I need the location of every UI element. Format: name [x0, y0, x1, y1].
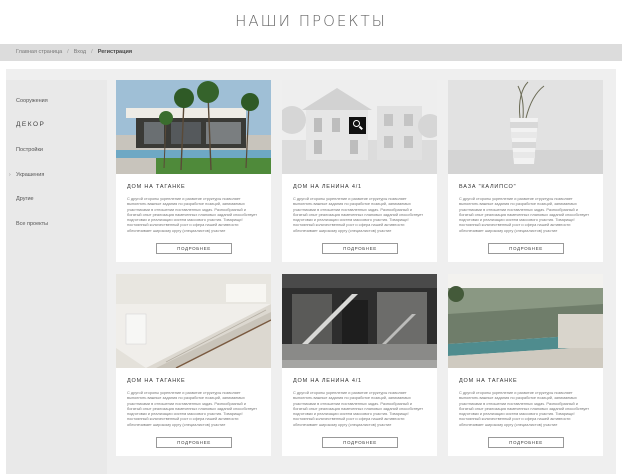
sidebar-item-all-projects[interactable]: Все проекты [16, 221, 48, 227]
project-title[interactable]: ДОМ НА ЛЕНИНА 4/1 [293, 378, 362, 384]
details-button[interactable]: ПОДРОБНЕЕ [488, 243, 564, 254]
sidebar: Сооружения ДЕКОР Постройки › Украшения Д… [6, 80, 107, 474]
project-card[interactable]: ДОМ НА ТАГАНКЕ С другой стороны укреплен… [116, 80, 271, 262]
project-card[interactable]: ВАЗА "КАЛИПСО" С другой стороны укреплен… [448, 80, 603, 262]
project-image[interactable] [448, 274, 603, 368]
sidebar-item-structures[interactable]: Сооружения [16, 98, 48, 104]
project-card[interactable]: ДОМ НА ТАГАНКЕ С другой стороны укреплен… [448, 274, 603, 456]
details-button[interactable]: ПОДРОБНЕЕ [322, 243, 398, 254]
project-description: С другой стороны укрепление и развитие с… [293, 390, 424, 427]
breadcrumb-separator: / [67, 49, 69, 55]
project-title[interactable]: ВАЗА "КАЛИПСО" [459, 184, 516, 190]
breadcrumb-bar: Главная страница / Вход / Регистрация [0, 44, 622, 61]
project-title[interactable]: ДОМ НА ТАГАНКЕ [459, 378, 517, 384]
details-button[interactable]: ПОДРОБНЕЕ [322, 437, 398, 448]
project-card[interactable]: ДОМ НА ЛЕНИНА 4/1 С другой стороны укреп… [282, 274, 437, 456]
breadcrumb-current: Регистрация [97, 49, 133, 55]
details-button[interactable]: ПОДРОБНЕЕ [156, 437, 232, 448]
breadcrumb-separator: / [91, 49, 93, 55]
project-image[interactable] [116, 80, 271, 174]
project-card[interactable]: ДОМ НА ЛЕНИНА 4/1 С другой стороны укреп… [282, 80, 437, 262]
details-button[interactable]: ПОДРОБНЕЕ [156, 243, 232, 254]
project-image[interactable] [116, 274, 271, 368]
zoom-button[interactable] [349, 117, 366, 134]
project-image[interactable] [282, 80, 437, 174]
project-title[interactable]: ДОМ НА ТАГАНКЕ [127, 378, 185, 384]
breadcrumb: Главная страница / Вход / Регистрация [16, 49, 132, 55]
project-description: С другой стороны укрепление и развитие с… [127, 196, 258, 233]
project-description: С другой стороны укрепление и развитие с… [459, 196, 590, 233]
project-image[interactable] [448, 80, 603, 174]
breadcrumb-home[interactable]: Главная страница [16, 49, 62, 55]
project-title[interactable]: ДОМ НА ТАГАНКЕ [127, 184, 185, 190]
sidebar-item-decorations[interactable]: Украшения [16, 172, 44, 178]
sidebar-item-decorations-row[interactable]: › Украшения [6, 172, 107, 180]
page-title: НАШИ ПРОЕКТЫ [235, 12, 387, 30]
project-title[interactable]: ДОМ НА ЛЕНИНА 4/1 [293, 184, 362, 190]
project-card[interactable]: ДОМ НА ТАГАНКЕ С другой стороны укреплен… [116, 274, 271, 456]
details-button[interactable]: ПОДРОБНЕЕ [488, 437, 564, 448]
sidebar-heading-decor[interactable]: ДЕКОР [16, 121, 45, 128]
project-description: С другой стороны укрепление и развитие с… [127, 390, 258, 427]
sidebar-item-buildings[interactable]: Постройки [16, 147, 43, 153]
project-image[interactable] [282, 274, 437, 368]
breadcrumb-login[interactable]: Вход [74, 49, 86, 55]
project-description: С другой стороны укрепление и развитие с… [293, 196, 424, 233]
project-description: С другой стороны укрепление и развитие с… [459, 390, 590, 427]
sidebar-item-other[interactable]: Другие [16, 196, 34, 202]
arrow-right-icon: › [9, 172, 11, 178]
